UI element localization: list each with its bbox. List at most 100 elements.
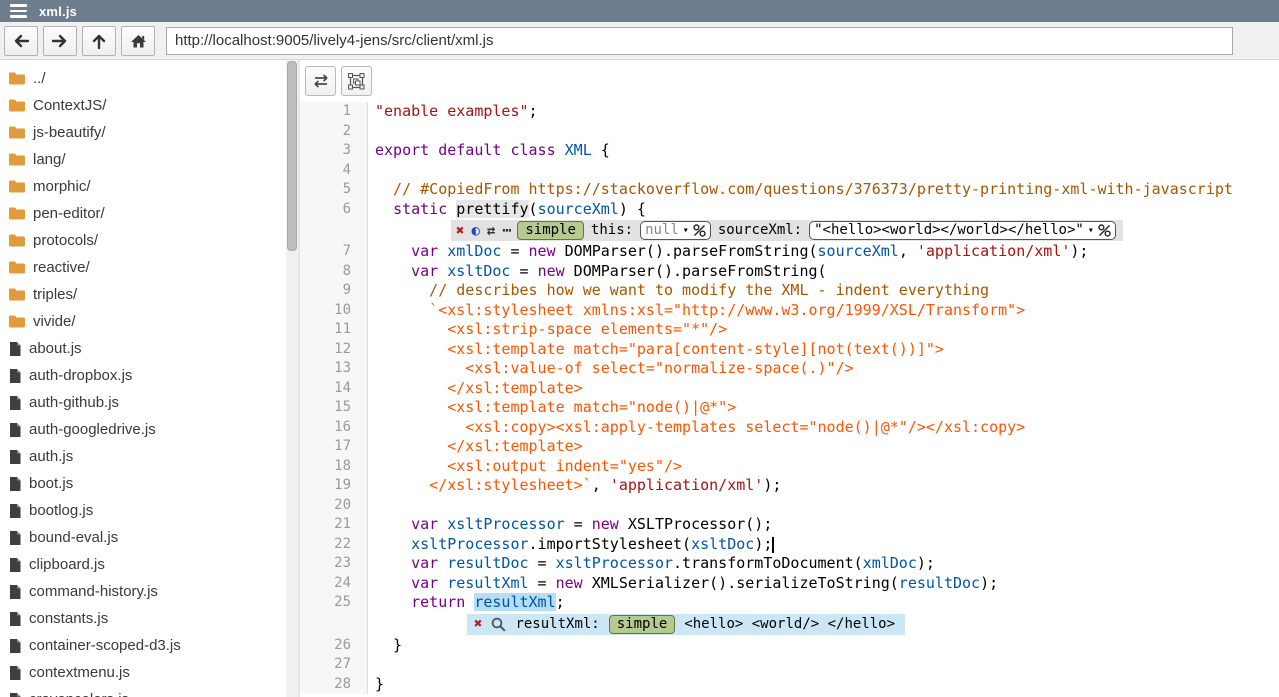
- code-line-text[interactable]: [368, 655, 1279, 675]
- code-line-text[interactable]: <xsl:template match="node()|@*">: [368, 398, 1279, 418]
- chevron-down-icon[interactable]: ▾: [1088, 219, 1094, 242]
- sidebar-scrollbar[interactable]: [286, 60, 298, 697]
- forward-button[interactable]: [43, 26, 77, 56]
- code-line-16[interactable]: 16 <xsl:copy><xsl:apply-templates select…: [300, 418, 1279, 438]
- close-icon[interactable]: ✖: [474, 617, 482, 631]
- code-line-20[interactable]: 20: [300, 496, 1279, 516]
- code-line-5[interactable]: 5 // #CopiedFrom https://stackoverflow.c…: [300, 180, 1279, 200]
- this-value-dropdown[interactable]: null▾: [640, 221, 711, 240]
- code-line-text[interactable]: <xsl:copy><xsl:apply-templates select="n…: [368, 418, 1279, 438]
- back-button[interactable]: [4, 26, 38, 56]
- code-line-text[interactable]: <xsl:template match="para[content-style]…: [368, 340, 1279, 360]
- link-icon[interactable]: [1098, 224, 1111, 237]
- code-line-17[interactable]: 17 </xsl:template>: [300, 437, 1279, 457]
- file-browser-sidebar[interactable]: ../ContextJS/js-beautify/lang/morphic/pe…: [0, 60, 286, 697]
- sidebar-item-lang[interactable]: lang/: [0, 146, 286, 173]
- code-line-12[interactable]: 12 <xsl:template match="para[content-sty…: [300, 340, 1279, 360]
- code-line-text[interactable]: </xsl:stylesheet>`, 'application/xml');: [368, 476, 1279, 496]
- sidebar-item-vivide[interactable]: vivide/: [0, 308, 286, 335]
- code-line-text[interactable]: <xsl:strip-space elements="*"/>: [368, 320, 1279, 340]
- sidebar-item-contextjs[interactable]: ContextJS/: [0, 92, 286, 119]
- sidebar-item-reactive[interactable]: reactive/: [0, 254, 286, 281]
- sidebar-scrollbar-thumb[interactable]: [287, 61, 297, 251]
- chevron-down-icon[interactable]: ▾: [683, 219, 689, 242]
- code-line-text[interactable]: return resultXml;: [368, 593, 1279, 613]
- sidebar-item-boot-js[interactable]: boot.js: [0, 470, 286, 497]
- code-line-text[interactable]: export default class XML {: [368, 141, 1279, 161]
- code-line-18[interactable]: 18 <xsl:output indent="yes"/>: [300, 457, 1279, 477]
- code-line-27[interactable]: 27: [300, 655, 1279, 675]
- code-line-21[interactable]: 21 var xsltProcessor = new XSLTProcessor…: [300, 515, 1279, 535]
- sidebar-item-morphic[interactable]: morphic/: [0, 173, 286, 200]
- code-line-10[interactable]: 10 `<xsl:stylesheet xmlns:xsl="http://ww…: [300, 301, 1279, 321]
- close-icon[interactable]: ✖: [456, 224, 464, 238]
- code-line-4[interactable]: 4: [300, 161, 1279, 181]
- sidebar-item-js-beautify[interactable]: js-beautify/: [0, 119, 286, 146]
- code-line-1[interactable]: 1"enable examples";: [300, 102, 1279, 122]
- code-line-11[interactable]: 11 <xsl:strip-space elements="*"/>: [300, 320, 1279, 340]
- sidebar-item-bound-eval-js[interactable]: bound-eval.js: [0, 524, 286, 551]
- code-line-28[interactable]: 28}: [300, 675, 1279, 695]
- code-line-24[interactable]: 24 var resultXml = new XMLSerializer().s…: [300, 574, 1279, 594]
- code-line-6[interactable]: 6 static prettify(sourceXml) {: [300, 200, 1279, 220]
- inspect-halo-button[interactable]: [341, 66, 372, 96]
- sidebar-item-triples[interactable]: triples/: [0, 281, 286, 308]
- code-line-22[interactable]: 22 xsltProcessor.importStylesheet(xsltDo…: [300, 535, 1279, 555]
- link-icon[interactable]: [693, 224, 706, 237]
- sidebar-item-about-js[interactable]: about.js: [0, 335, 286, 362]
- sidebar-item-auth-github-js[interactable]: auth-github.js: [0, 389, 286, 416]
- sidebar-item-command-history-js[interactable]: command-history.js: [0, 578, 286, 605]
- code-line-text[interactable]: var xmlDoc = new DOMParser().parseFromSt…: [368, 242, 1279, 262]
- code-line-text[interactable]: var xsltDoc = new DOMParser().parseFromS…: [368, 262, 1279, 282]
- sidebar-item-[interactable]: ../: [0, 65, 286, 92]
- code-line-text[interactable]: `<xsl:stylesheet xmlns:xsl="http://www.w…: [368, 301, 1279, 321]
- swap-icon[interactable]: ⇄: [487, 224, 495, 238]
- mode-simple-button[interactable]: simple: [517, 221, 584, 240]
- sidebar-item-crayoncolors-js[interactable]: crayoncolors.js: [0, 686, 286, 697]
- sidebar-item-clipboard-js[interactable]: clipboard.js: [0, 551, 286, 578]
- sidebar-item-container-scoped-d3-js[interactable]: container-scoped-d3.js: [0, 632, 286, 659]
- code-line-text[interactable]: // #CopiedFrom https://stackoverflow.com…: [368, 180, 1279, 200]
- code-line-2[interactable]: 2: [300, 122, 1279, 142]
- home-button[interactable]: [121, 26, 155, 56]
- code-line-25[interactable]: 25 return resultXml;: [300, 593, 1279, 613]
- code-line-text[interactable]: </xsl:template>: [368, 437, 1279, 457]
- sidebar-item-contextmenu-js[interactable]: contextmenu.js: [0, 659, 286, 686]
- code-line-3[interactable]: 3export default class XML {: [300, 141, 1279, 161]
- code-line-7[interactable]: 7 var xmlDoc = new DOMParser().parseFrom…: [300, 242, 1279, 262]
- code-line-text[interactable]: </xsl:template>: [368, 379, 1279, 399]
- code-line-text[interactable]: "enable examples";: [368, 102, 1279, 122]
- up-button[interactable]: [82, 26, 116, 56]
- code-line-26[interactable]: 26 }: [300, 636, 1279, 656]
- toggle-probe-icon[interactable]: ◐: [471, 224, 479, 238]
- sidebar-item-protocols[interactable]: protocols/: [0, 227, 286, 254]
- code-line-9[interactable]: 9 // describes how we want to modify the…: [300, 281, 1279, 301]
- sidebar-item-auth-dropbox-js[interactable]: auth-dropbox.js: [0, 362, 286, 389]
- mode-simple-button[interactable]: simple: [609, 615, 676, 634]
- code-line-14[interactable]: 14 </xsl:template>: [300, 379, 1279, 399]
- code-line-text[interactable]: [368, 161, 1279, 181]
- code-line-text[interactable]: // describes how we want to modify the X…: [368, 281, 1279, 301]
- sidebar-item-auth-js[interactable]: auth.js: [0, 443, 286, 470]
- url-input[interactable]: [166, 27, 1233, 55]
- sourcexml-value-dropdown[interactable]: "<hello><world></world></hello>"▾: [809, 221, 1116, 240]
- sidebar-item-auth-googledrive-js[interactable]: auth-googledrive.js: [0, 416, 286, 443]
- magnifier-icon[interactable]: [491, 617, 506, 632]
- hamburger-menu-icon[interactable]: [10, 4, 27, 18]
- code-line-text[interactable]: <xsl:value-of select="normalize-space(.)…: [368, 359, 1279, 379]
- code-line-text[interactable]: xsltProcessor.importStylesheet(xsltDoc);: [368, 535, 1279, 555]
- sidebar-item-bootlog-js[interactable]: bootlog.js: [0, 497, 286, 524]
- more-options-icon[interactable]: ⋯: [502, 223, 510, 238]
- code-line-23[interactable]: 23 var resultDoc = xsltProcessor.transfo…: [300, 554, 1279, 574]
- code-area[interactable]: 1"enable examples";23export default clas…: [300, 102, 1279, 694]
- code-line-15[interactable]: 15 <xsl:template match="node()|@*">: [300, 398, 1279, 418]
- code-line-8[interactable]: 8 var xsltDoc = new DOMParser().parseFro…: [300, 262, 1279, 282]
- code-line-text[interactable]: var xsltProcessor = new XSLTProcessor();: [368, 515, 1279, 535]
- sidebar-item-pen-editor[interactable]: pen-editor/: [0, 200, 286, 227]
- code-line-text[interactable]: }: [368, 675, 1279, 695]
- sidebar-item-constants-js[interactable]: constants.js: [0, 605, 286, 632]
- code-line-text[interactable]: [368, 496, 1279, 516]
- code-line-text[interactable]: static prettify(sourceXml) {: [368, 200, 1279, 220]
- code-line-text[interactable]: var resultXml = new XMLSerializer().seri…: [368, 574, 1279, 594]
- code-line-text[interactable]: var resultDoc = xsltProcessor.transformT…: [368, 554, 1279, 574]
